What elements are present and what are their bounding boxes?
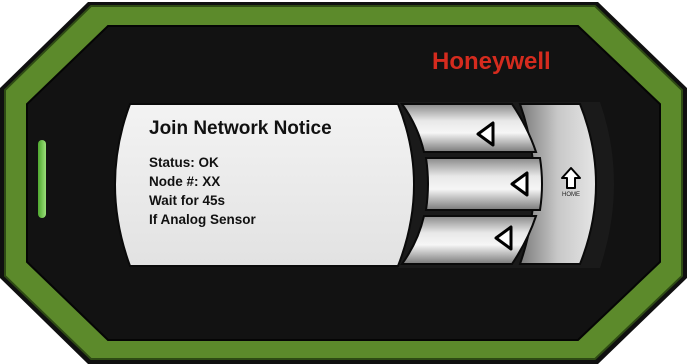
honeywell-logo: Honeywell: [432, 48, 551, 75]
node-line: Node #: XX: [149, 174, 221, 189]
status-led: [38, 140, 46, 218]
down-left-button[interactable]: [414, 218, 526, 262]
status-line: Status: OK: [149, 155, 219, 170]
analog-sensor-line: If Analog Sensor: [149, 212, 256, 227]
screen-title: Join Network Notice: [149, 118, 332, 139]
up-left-button[interactable]: [414, 106, 526, 150]
middle-left-button[interactable]: [430, 160, 538, 208]
wait-line: Wait for 45s: [149, 193, 226, 208]
home-button[interactable]: [546, 110, 596, 258]
